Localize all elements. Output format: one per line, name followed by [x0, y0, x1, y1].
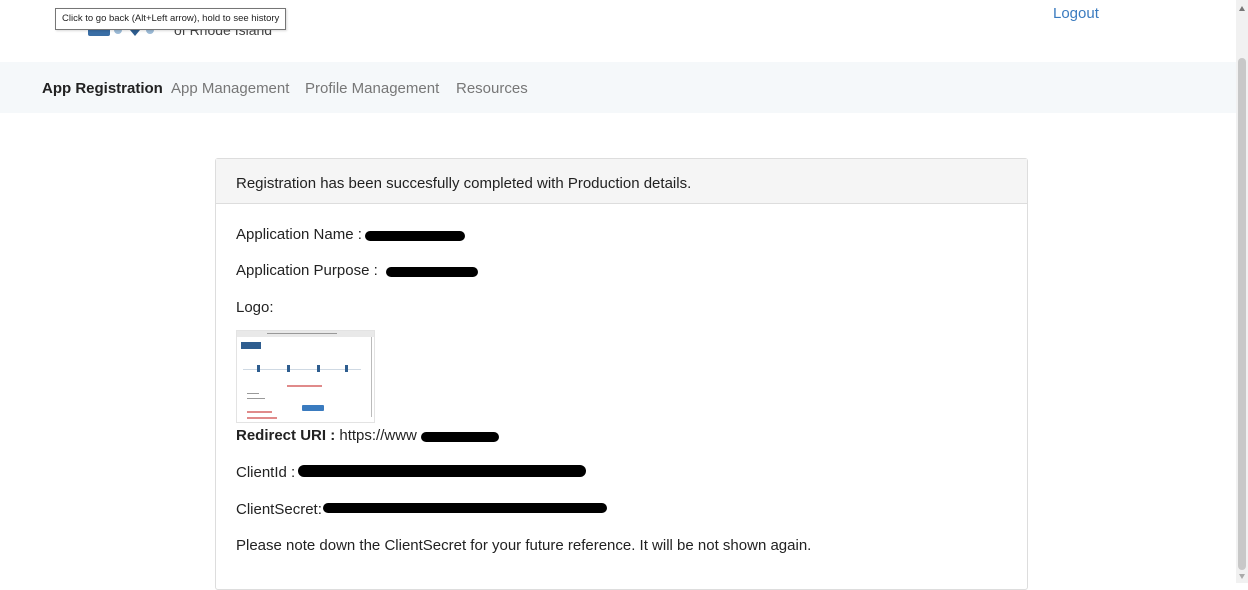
client-secret-redacted [323, 503, 607, 513]
application-purpose-label: Application Purpose : [236, 262, 378, 279]
top-header: of Rhode Island Click to go back (Alt+Le… [0, 0, 1236, 62]
redirect-uri-value: https://www [339, 427, 417, 444]
nav-item-profile-management[interactable]: Profile Management [305, 80, 439, 97]
nav-item-app-management[interactable]: App Management [171, 80, 289, 97]
scroll-down-arrow-icon[interactable] [1239, 574, 1245, 579]
scroll-thumb[interactable] [1238, 58, 1246, 570]
client-secret-label: ClientSecret: [236, 501, 322, 518]
main-nav: App Registration App Management Profile … [0, 62, 1236, 113]
page-scrollbar[interactable] [1236, 0, 1248, 583]
logout-link[interactable]: Logout [1053, 5, 1099, 22]
logo-label: Logo: [236, 299, 274, 316]
application-name-label: Application Name : [236, 226, 362, 243]
client-id-redacted [298, 465, 586, 477]
panel-heading: Registration has been succesfully comple… [216, 159, 1027, 204]
redirect-uri-label: Redirect URI : [236, 427, 336, 444]
app-logo-image [236, 330, 375, 423]
nav-item-resources[interactable]: Resources [456, 80, 528, 97]
redirect-uri-row: Redirect URI : https://www [236, 427, 417, 444]
nav-item-app-registration[interactable]: App Registration [42, 80, 163, 97]
scroll-up-arrow-icon[interactable] [1239, 6, 1245, 11]
client-secret-note: Please note down the ClientSecret for yo… [236, 537, 812, 554]
application-name-redacted [365, 231, 465, 241]
redirect-uri-redacted [421, 432, 499, 442]
back-button-tooltip: Click to go back (Alt+Left arrow), hold … [55, 8, 287, 30]
client-id-label: ClientId : [236, 464, 296, 481]
application-purpose-redacted [386, 267, 478, 277]
registration-result-panel: Registration has been succesfully comple… [215, 158, 1028, 590]
panel-title: Registration has been succesfully comple… [236, 175, 692, 192]
